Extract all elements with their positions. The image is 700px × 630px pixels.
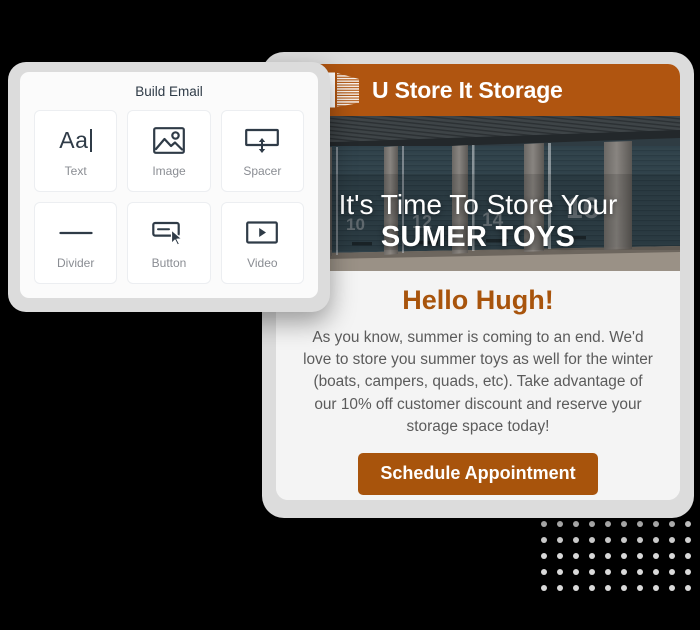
block-tile-grid: Aa Text Image Spacer Divider Button Vide… (34, 110, 304, 284)
build-email-panel-frame: Build Email Aa Text Image Spacer Divider… (8, 62, 330, 312)
hero-headline-line-2: SUMER TOYS (380, 220, 576, 253)
grid-dot (669, 537, 675, 543)
grid-dot (637, 553, 643, 559)
hero-headline-line-1: It's Time To Store Your (338, 189, 618, 221)
block-tile-divider[interactable]: Divider (34, 202, 118, 284)
grid-dot (541, 537, 547, 543)
grid-dot (573, 569, 579, 575)
grid-dot (653, 537, 659, 543)
block-tile-label: Divider (56, 255, 95, 270)
email-body-copy: As you know, summer is coming to an end.… (303, 329, 653, 435)
schedule-appointment-button[interactable]: Schedule Appointment (358, 452, 598, 495)
grid-dot (589, 521, 595, 527)
email-greeting: Hello Hugh! (402, 285, 554, 315)
grid-dot (653, 585, 659, 591)
grid-dot (621, 569, 627, 575)
email-preview-card: U Store It Storage 10 12 14 16 It's Time… (276, 64, 680, 500)
block-tile-label: Text (64, 163, 87, 178)
grid-dot (637, 569, 643, 575)
build-email-panel: Build Email Aa Text Image Spacer Divider… (20, 72, 318, 298)
grid-dot (541, 569, 547, 575)
grid-dot (557, 569, 563, 575)
divider-icon (59, 217, 93, 249)
grid-dot (557, 585, 563, 591)
grid-dot (589, 537, 595, 543)
grid-dot (669, 585, 675, 591)
hero-headline: It's Time To Store Your SUMER TOYS (276, 190, 680, 253)
image-icon (153, 125, 185, 157)
grid-dot (573, 553, 579, 559)
block-tile-text[interactable]: Aa Text (34, 110, 118, 192)
grid-dot (573, 521, 579, 527)
grid-dot (621, 537, 627, 543)
video-icon (246, 217, 279, 249)
grid-dot (605, 537, 611, 543)
grid-dot (685, 537, 691, 543)
grid-dot (541, 553, 547, 559)
grid-dot (557, 553, 563, 559)
grid-dot (637, 585, 643, 591)
grid-dot (557, 537, 563, 543)
grid-dot (573, 537, 579, 543)
block-tile-label: Video (247, 255, 278, 270)
block-tile-label: Image (152, 163, 186, 178)
grid-dot (557, 521, 563, 527)
block-tile-video[interactable]: Video (220, 202, 304, 284)
grid-dot (669, 553, 675, 559)
grid-dot (621, 585, 627, 591)
grid-dot (685, 521, 691, 527)
grid-dot (637, 537, 643, 543)
grid-dot (541, 521, 547, 527)
grid-dot (653, 521, 659, 527)
grid-dot (573, 585, 579, 591)
decorative-dot-grid (536, 516, 700, 596)
grid-dot (589, 585, 595, 591)
grid-dot (685, 585, 691, 591)
spacer-icon (245, 125, 280, 157)
grid-dot (605, 521, 611, 527)
block-tile-spacer[interactable]: Spacer (220, 110, 304, 192)
email-body: Hello Hugh! As you know, summer is comin… (276, 271, 680, 500)
grid-dot (621, 553, 627, 559)
email-hero-image: 8 10 12 14 16 (276, 116, 680, 271)
grid-dot (605, 585, 611, 591)
screenshot-stage: U Store It Storage 10 12 14 16 It's Time… (0, 0, 700, 630)
block-tile-label: Spacer (243, 163, 282, 178)
text-icon: Aa (59, 125, 93, 157)
grid-dot (605, 569, 611, 575)
grid-dot (541, 585, 547, 591)
build-email-title: Build Email (135, 84, 203, 99)
block-tile-image[interactable]: Image (127, 110, 211, 192)
grid-dot (589, 553, 595, 559)
email-header-bar: U Store It Storage (276, 64, 680, 116)
grid-dot (589, 569, 595, 575)
grid-dot (669, 521, 675, 527)
text-cursor-icon (90, 129, 93, 152)
grid-dot (637, 521, 643, 527)
brand-name: U Store It Storage (372, 76, 563, 103)
grid-dot (669, 569, 675, 575)
grid-dot (605, 553, 611, 559)
grid-dot (685, 553, 691, 559)
grid-dot (653, 553, 659, 559)
block-tile-label: Button (151, 255, 187, 270)
text-icon-glyph: Aa (59, 127, 89, 153)
block-tile-button[interactable]: Button (127, 202, 211, 284)
grid-dot (685, 569, 691, 575)
button-icon (152, 217, 186, 249)
grid-dot (653, 569, 659, 575)
grid-dot (621, 521, 627, 527)
